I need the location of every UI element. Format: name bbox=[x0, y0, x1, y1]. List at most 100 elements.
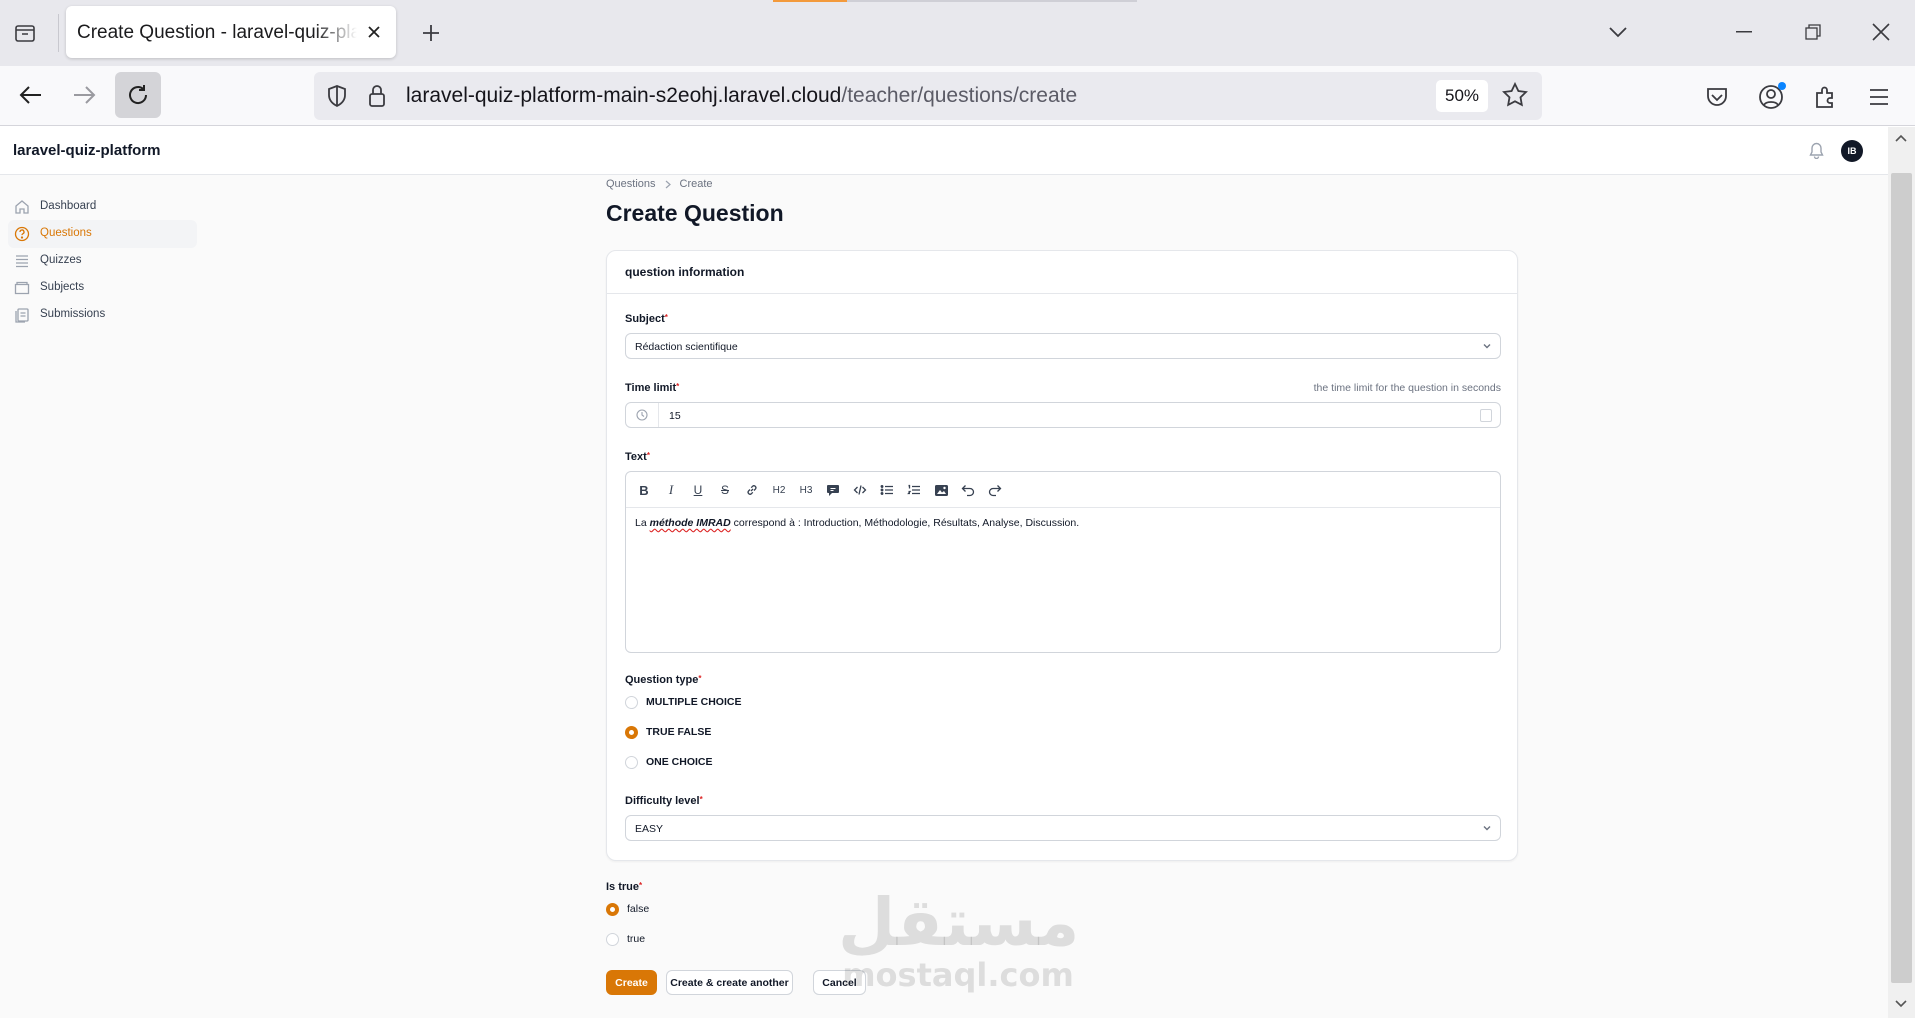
account-icon[interactable] bbox=[1756, 82, 1786, 112]
subject-select[interactable]: Rédaction scientifique bbox=[625, 333, 1501, 359]
link-icon[interactable] bbox=[743, 482, 761, 498]
sidebar-item-label: Submissions bbox=[40, 308, 106, 320]
sidebar-item-questions[interactable]: Questions bbox=[8, 220, 197, 248]
close-tab-icon[interactable] bbox=[362, 20, 386, 44]
required-mark: * bbox=[646, 451, 650, 460]
bell-icon[interactable] bbox=[1809, 142, 1824, 159]
tab-loading-track bbox=[847, 0, 1137, 2]
required-mark: * bbox=[699, 795, 703, 804]
content-post: correspond à : Introduction, Méthodologi… bbox=[730, 517, 1080, 529]
time-limit-label-text: Time limit bbox=[625, 382, 677, 394]
radio-label: false bbox=[627, 903, 650, 915]
back-arrow-icon[interactable] bbox=[8, 72, 54, 118]
reload-icon[interactable] bbox=[115, 72, 161, 118]
sidebar-item-label: Subjects bbox=[40, 281, 85, 293]
h3-icon[interactable]: H3 bbox=[797, 482, 815, 498]
zoom-level[interactable]: 50% bbox=[1436, 80, 1488, 112]
create-button[interactable]: Create bbox=[606, 970, 657, 995]
difficulty-label-text: Difficulty level bbox=[625, 795, 700, 807]
strike-icon[interactable]: S bbox=[716, 482, 734, 498]
menu-hamburger-icon[interactable] bbox=[1864, 82, 1894, 112]
forward-arrow-icon[interactable] bbox=[61, 72, 107, 118]
sidebar-item-quizzes[interactable]: Quizzes bbox=[8, 247, 197, 275]
scroll-down-icon[interactable] bbox=[1894, 999, 1908, 1009]
required-mark: * bbox=[639, 881, 643, 890]
code-block-icon[interactable] bbox=[851, 482, 869, 498]
difficulty-select[interactable]: EASY bbox=[625, 815, 1501, 841]
number-spinner-icon[interactable] bbox=[1480, 409, 1492, 422]
sidebar-item-label: Dashboard bbox=[40, 200, 97, 212]
sidebar-item-dashboard[interactable]: Dashboard bbox=[8, 193, 197, 221]
minimize-icon[interactable] bbox=[1724, 14, 1764, 50]
h2-icon[interactable]: H2 bbox=[770, 482, 788, 498]
sidebar-item-subjects[interactable]: Subjects bbox=[8, 274, 197, 302]
restore-icon[interactable] bbox=[1793, 14, 1833, 50]
tab-separator bbox=[58, 14, 59, 52]
breadcrumb-questions[interactable]: Questions bbox=[606, 178, 656, 190]
pocket-icon[interactable] bbox=[1702, 82, 1732, 112]
ordered-list-icon[interactable] bbox=[905, 482, 923, 498]
lock-icon[interactable] bbox=[368, 84, 386, 108]
tab-overview-icon[interactable] bbox=[8, 16, 42, 50]
app-topbar: laravel-quiz-platform IB bbox=[0, 127, 1888, 175]
is-true-true-option[interactable]: true bbox=[606, 931, 645, 947]
subject-value: Rédaction scientifique bbox=[635, 341, 738, 353]
sidebar-item-submissions[interactable]: Submissions bbox=[8, 301, 197, 329]
is-true-false-option[interactable]: false bbox=[606, 901, 649, 917]
url-text[interactable]: laravel-quiz-platform-main-s2eohj.larave… bbox=[406, 84, 1077, 108]
avatar[interactable]: IB bbox=[1841, 140, 1863, 162]
rich-text-editor[interactable]: B I U S H2 H3 La méthode IMRAD correspon… bbox=[625, 471, 1501, 653]
bold-icon[interactable]: B bbox=[635, 482, 653, 498]
tab-title: Create Question - laravel-quiz-platform bbox=[77, 22, 357, 43]
subject-label-text: Subject bbox=[625, 313, 665, 325]
new-tab-icon[interactable] bbox=[414, 16, 448, 50]
browser-tab-active[interactable]: Create Question - laravel-quiz-platform bbox=[66, 6, 396, 58]
question-type-label-text: Question type bbox=[625, 674, 699, 686]
app-brand[interactable]: laravel-quiz-platform bbox=[13, 142, 161, 159]
chevron-down-icon bbox=[1482, 342, 1492, 350]
shield-icon[interactable] bbox=[326, 84, 348, 108]
bullet-list-icon[interactable] bbox=[878, 482, 896, 498]
time-limit-label: Time limit* bbox=[625, 382, 679, 394]
extensions-icon[interactable] bbox=[1810, 82, 1840, 112]
image-icon[interactable] bbox=[932, 482, 950, 498]
editor-content[interactable]: La méthode IMRAD correspond à : Introduc… bbox=[635, 517, 1079, 529]
card-header: question information bbox=[607, 251, 1517, 294]
blockquote-icon[interactable] bbox=[824, 482, 842, 498]
create-and-create-another-button[interactable]: Create & create another bbox=[666, 970, 793, 995]
radio-button-selected[interactable] bbox=[625, 725, 638, 739]
underline-icon[interactable]: U bbox=[689, 482, 707, 498]
question-type-one-choice[interactable]: ONE CHOICE bbox=[625, 754, 713, 770]
radio-button[interactable] bbox=[625, 695, 638, 709]
tab-loading-indicator bbox=[773, 0, 847, 2]
question-information-card: question information Subject* Rédaction … bbox=[606, 250, 1518, 861]
subject-label: Subject* bbox=[625, 313, 668, 325]
scrollbar-thumb[interactable] bbox=[1891, 173, 1912, 983]
account-notification-dot bbox=[1778, 82, 1786, 90]
question-type-multiple-choice[interactable]: MULTIPLE CHOICE bbox=[625, 694, 741, 710]
question-type-label: Question type* bbox=[625, 674, 701, 686]
radio-button[interactable] bbox=[606, 932, 619, 946]
close-window-icon[interactable] bbox=[1861, 14, 1901, 50]
redo-icon[interactable] bbox=[986, 482, 1004, 498]
italic-icon[interactable]: I bbox=[662, 482, 680, 498]
bookmark-star-icon[interactable] bbox=[1502, 82, 1528, 108]
question-type-true-false[interactable]: TRUE FALSE bbox=[625, 724, 711, 740]
text-label-text: Text bbox=[625, 451, 647, 463]
home-icon bbox=[14, 199, 30, 215]
radio-label: TRUE FALSE bbox=[646, 726, 712, 738]
watermark-latin: mostaql.com bbox=[842, 956, 1074, 994]
page-scrollbar[interactable] bbox=[1888, 127, 1915, 1018]
time-limit-input[interactable]: 15 bbox=[625, 402, 1501, 428]
url-path: /teacher/questions/create bbox=[841, 84, 1078, 107]
browser-nav-bar: laravel-quiz-platform-main-s2eohj.larave… bbox=[0, 66, 1915, 126]
scroll-up-icon[interactable] bbox=[1894, 133, 1908, 143]
difficulty-label: Difficulty level* bbox=[625, 795, 703, 807]
radio-button[interactable] bbox=[625, 755, 638, 769]
question-circle-icon bbox=[14, 226, 30, 242]
chevron-right-icon bbox=[664, 180, 672, 189]
address-bar[interactable]: laravel-quiz-platform-main-s2eohj.larave… bbox=[314, 72, 1542, 120]
undo-icon[interactable] bbox=[959, 482, 977, 498]
tab-dropdown-icon[interactable] bbox=[1598, 14, 1638, 50]
radio-button-selected[interactable] bbox=[606, 902, 619, 916]
